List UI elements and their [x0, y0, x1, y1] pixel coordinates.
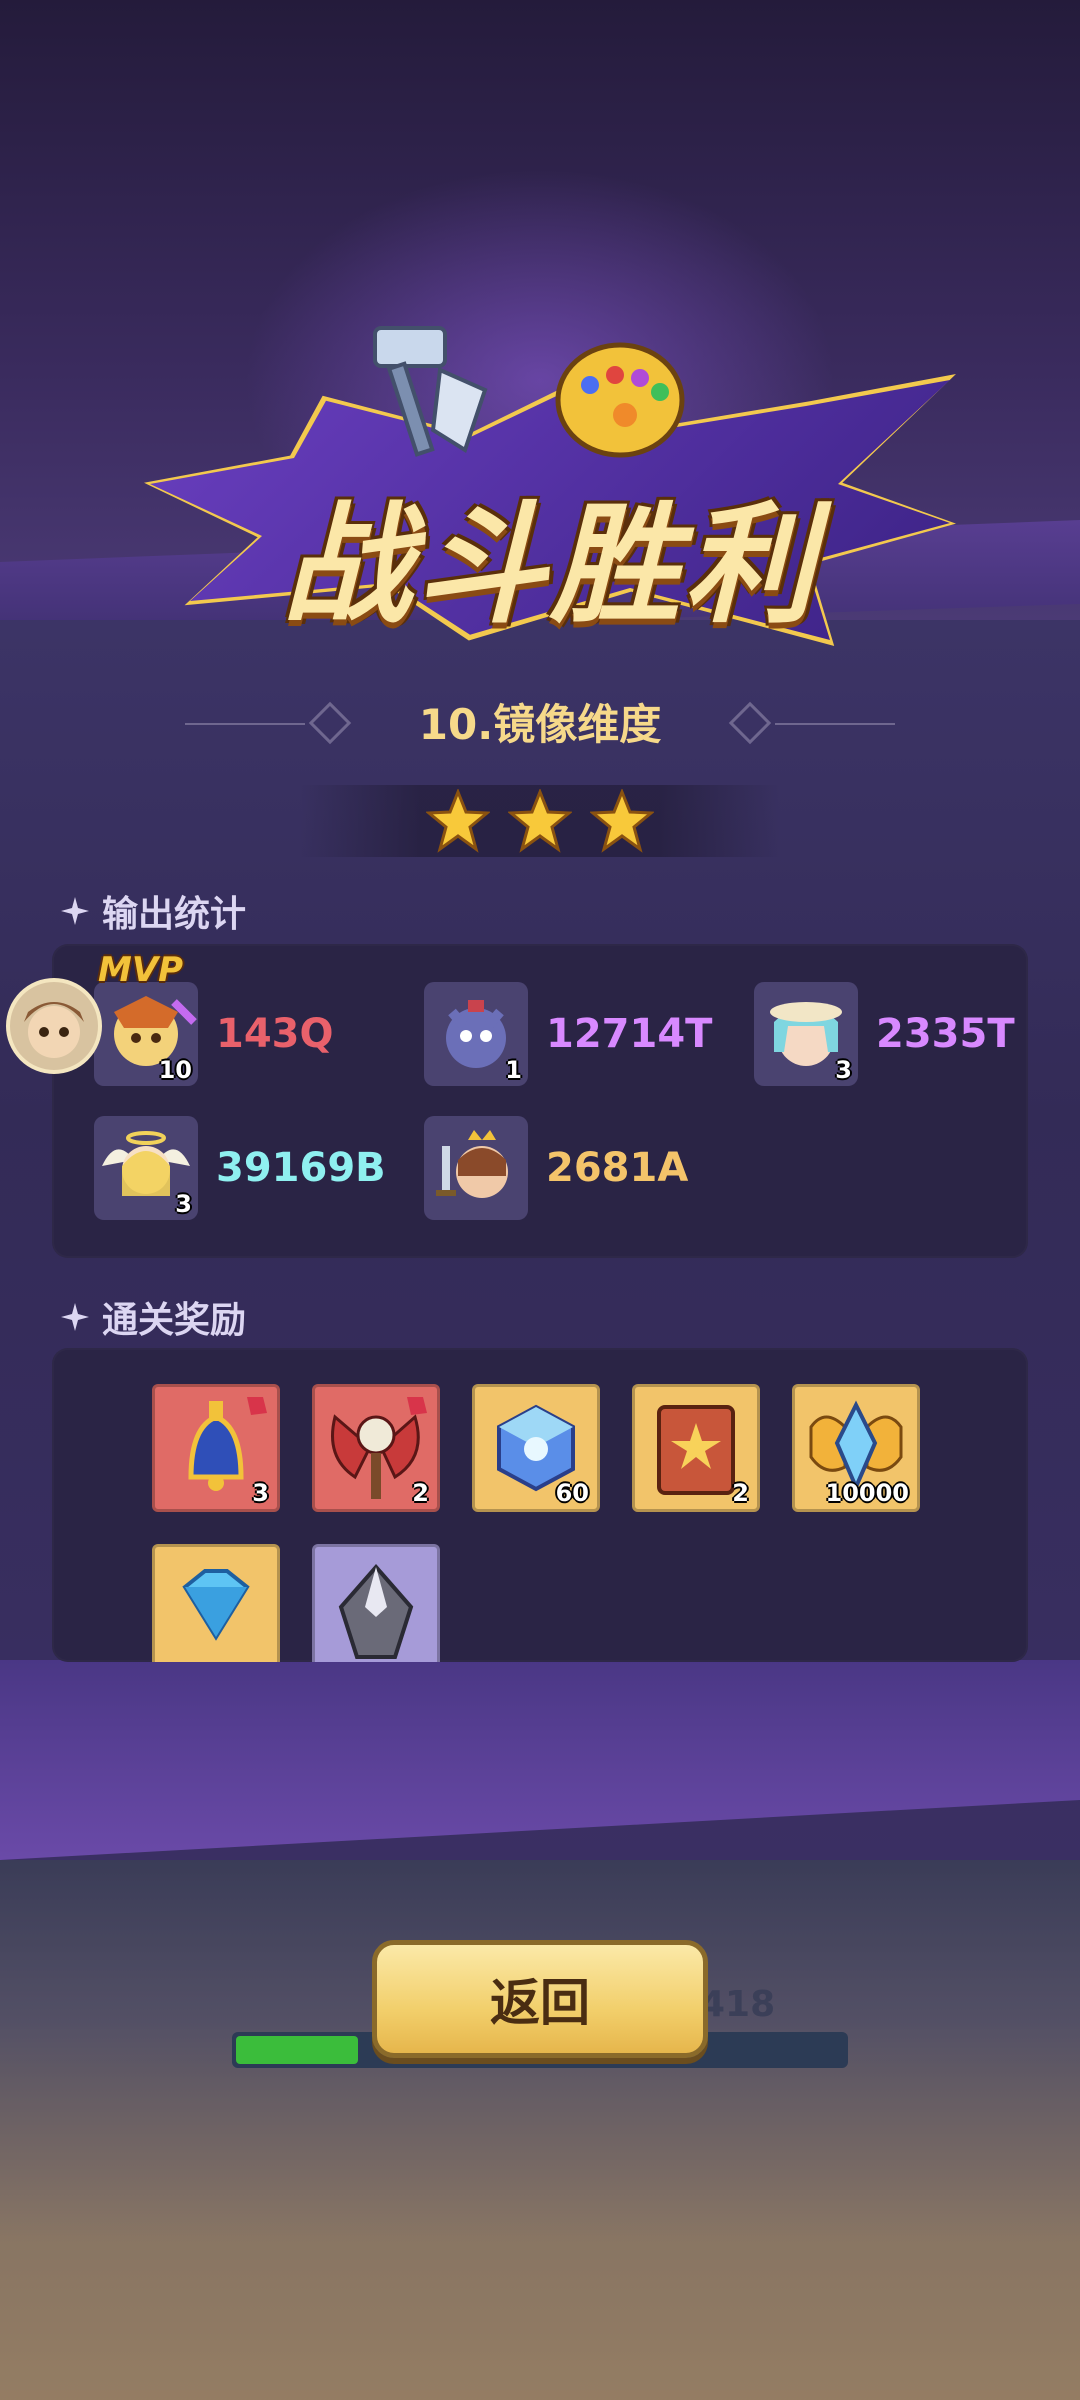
rewards-section-title: 通关奖励 — [102, 1300, 247, 1341]
reward-item[interactable]: 10000 — [792, 1384, 920, 1512]
reward-quantity: 2 — [732, 1479, 749, 1507]
sparkle-icon — [61, 897, 89, 925]
stage-title: 10.镜像维度 — [418, 700, 662, 749]
hammer-icon — [373, 326, 488, 457]
damage-entry[interactable]: 10 143Q — [94, 982, 334, 1086]
rewards-card: 3 2 60 2 10000 — [52, 1348, 1028, 1662]
hp-bar-fill — [236, 2036, 358, 2064]
reward-quantity: 60 — [555, 1479, 589, 1507]
gauntlet-icon — [555, 342, 685, 458]
damage-entry[interactable]: 1 12714T — [424, 982, 712, 1086]
blue-diamond-icon — [182, 1569, 250, 1641]
star-icon — [590, 789, 654, 853]
hero-level: 1 — [505, 1056, 522, 1084]
sparkle-icon — [61, 1303, 89, 1331]
damage-entry[interactable]: 3 39169B — [94, 1116, 386, 1220]
reward-item[interactable]: 2 — [632, 1384, 760, 1512]
hero-level: 3 — [175, 1190, 192, 1218]
player-avatar-icon — [24, 1002, 84, 1058]
damage-entry[interactable]: 3 2335T — [754, 982, 1015, 1086]
hero-portrait: 1 — [424, 982, 528, 1086]
reward-item[interactable] — [152, 1544, 280, 1662]
reward-item[interactable]: 2 — [312, 1384, 440, 1512]
hero-portrait: 3 — [754, 982, 858, 1086]
reward-quantity: 2 — [412, 1479, 429, 1507]
stars-row — [300, 785, 780, 857]
knight-hero-icon — [436, 1130, 508, 1198]
stage-title-row: 10.镜像维度 — [185, 690, 895, 760]
damage-section-header: 输出统计 — [60, 886, 246, 936]
damage-value: 2681A — [546, 1145, 689, 1191]
reward-item[interactable]: 60 — [472, 1384, 600, 1512]
hero-portrait: 3 — [94, 1116, 198, 1220]
victory-title: 战斗胜利 — [281, 489, 818, 641]
reward-item[interactable] — [312, 1544, 440, 1662]
damage-stats-card: 10 143Q 1 12714T 3 2335T 3 39169B 2681A — [52, 944, 1028, 1258]
reward-item[interactable]: 3 — [152, 1384, 280, 1512]
hero-portrait: 10 — [94, 982, 198, 1086]
silver-shard-icon — [338, 1563, 414, 1659]
hero-portrait — [424, 1116, 528, 1220]
damage-value: 143Q — [216, 1011, 334, 1057]
star-icon — [426, 789, 490, 853]
damage-section-title: 输出统计 — [102, 894, 247, 935]
hp-text: 418 — [700, 1984, 776, 2025]
reward-quantity: 3 — [252, 1479, 269, 1507]
hero-level: 10 — [158, 1056, 192, 1084]
damage-value: 12714T — [546, 1011, 713, 1057]
damage-value: 39169B — [216, 1145, 386, 1191]
rewards-section-header: 通关奖励 — [60, 1292, 246, 1342]
return-button[interactable]: 返回 — [372, 1940, 708, 2058]
damage-value: 2335T — [876, 1011, 1015, 1057]
mvp-badge: MVP — [98, 950, 184, 990]
reward-quantity: 10000 — [825, 1479, 910, 1507]
mvp-player-avatar[interactable] — [6, 978, 102, 1074]
damage-entry[interactable]: 2681A — [424, 1116, 688, 1220]
victory-emblem: 战斗胜利 — [144, 320, 956, 680]
star-icon — [508, 789, 572, 853]
hero-level: 3 — [835, 1056, 852, 1084]
